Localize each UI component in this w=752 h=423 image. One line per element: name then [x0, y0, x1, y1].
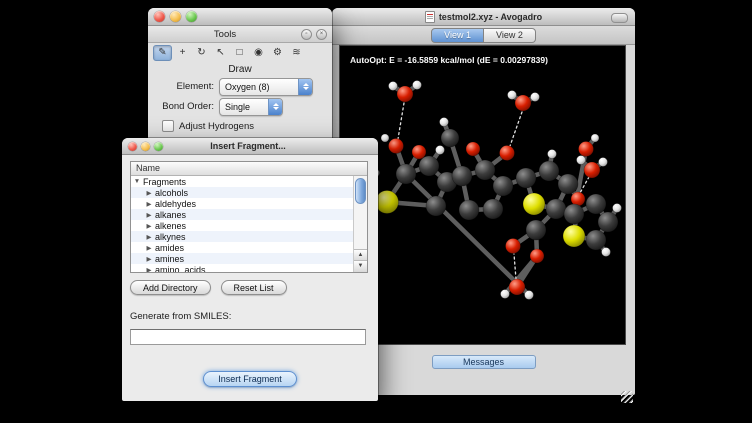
main-window-title: testmol2.xyz - Avogadro	[439, 12, 542, 22]
element-label: Element:	[156, 81, 219, 92]
list-item-label: amino_acids	[155, 265, 206, 273]
autoopt-status-text: AutoOpt: E = -16.5859 kcal/mol (dE = 0.0…	[350, 55, 548, 65]
disclosure-triangle-icon[interactable]: ▶	[143, 266, 155, 273]
minimize-light-button[interactable]	[141, 142, 150, 151]
list-item-label: aldehydes	[155, 199, 196, 209]
manipulate-tool-icon[interactable]: ↖	[212, 46, 229, 60]
close-light-button[interactable]	[154, 11, 165, 22]
tools-dock-title: Tools	[153, 29, 297, 40]
dropdown-arrows-icon	[268, 99, 282, 115]
insert-fragment-button[interactable]: Insert Fragment	[203, 371, 297, 387]
list-item[interactable]: ▶amides	[131, 242, 354, 253]
measure-tool-icon[interactable]: ≋	[288, 46, 305, 60]
list-item[interactable]: ▶alkynes	[131, 231, 354, 242]
selection-tool-icon[interactable]: □	[231, 46, 248, 60]
minimize-light-button[interactable]	[170, 11, 181, 22]
vertical-scrollbar[interactable]: ▲ ▼	[353, 176, 367, 272]
disclosure-triangle-icon[interactable]: ▶	[143, 200, 155, 208]
fragment-buttons-row: Add Directory Reset List	[130, 280, 370, 295]
list-item[interactable]: ▶amino_acids	[131, 264, 354, 272]
scrollbar-thumb[interactable]	[355, 178, 366, 204]
tools-window-titlebar[interactable]	[148, 8, 332, 26]
bond-order-label: Bond Order:	[156, 101, 219, 112]
element-row: Element: Oxygen (8)	[156, 78, 324, 95]
view-tabstrip: View 1 View 2	[332, 26, 635, 45]
disclosure-triangle-icon[interactable]: ▶	[143, 255, 155, 263]
reset-list-button[interactable]: Reset List	[221, 280, 287, 295]
bond-order-dropdown-value: Single	[220, 102, 268, 112]
zoom-light-button[interactable]	[154, 142, 163, 151]
adjust-hydrogens-checkbox[interactable]	[162, 120, 174, 132]
add-directory-button[interactable]: Add Directory	[130, 280, 211, 295]
smiles-input[interactable]	[130, 329, 366, 345]
list-item-label: alkenes	[155, 221, 186, 231]
disclosure-triangle-icon[interactable]: ▼	[131, 178, 143, 185]
list-item-label: alcohols	[155, 188, 188, 198]
bond-order-dropdown[interactable]: Single	[219, 98, 283, 116]
auto-optimize-tool-icon[interactable]: ⚙	[269, 46, 286, 60]
fragment-list: Name ▼Fragments▶alcohols▶aldehydes▶alkan…	[130, 161, 368, 273]
messages-button[interactable]: Messages	[432, 355, 536, 369]
list-item[interactable]: ▶alkanes	[131, 209, 354, 220]
fragment-window-titlebar[interactable]: Insert Fragment...	[122, 138, 378, 155]
fragment-list-body: ▼Fragments▶alcohols▶aldehydes▶alkanes▶al…	[131, 176, 354, 272]
list-item-label: alkanes	[155, 210, 186, 220]
insert-button-row: Insert Fragment	[130, 371, 370, 387]
close-light-button[interactable]	[128, 142, 137, 151]
scroll-down-icon[interactable]: ▼	[354, 260, 367, 272]
auto-rotate-tool-icon[interactable]: ◉	[250, 46, 267, 60]
element-dropdown-value: Oxygen (8)	[220, 82, 298, 92]
disclosure-triangle-icon[interactable]: ▶	[143, 233, 155, 241]
list-column-header-name[interactable]: Name	[131, 162, 367, 176]
list-item[interactable]: ▼Fragments	[131, 176, 354, 187]
adjust-hydrogens-row: Adjust Hydrogens	[162, 120, 332, 132]
bond-order-row: Bond Order: Single	[156, 98, 324, 115]
resize-grip[interactable]	[621, 391, 633, 403]
list-item[interactable]: ▶aldehydes	[131, 198, 354, 209]
list-item[interactable]: ▶amines	[131, 253, 354, 264]
list-item-label: Fragments	[143, 177, 186, 187]
disclosure-triangle-icon[interactable]: ▶	[143, 211, 155, 219]
fragment-window-title: Insert Fragment...	[167, 141, 329, 151]
draw-tool-icon[interactable]: ✎	[153, 45, 172, 61]
tools-toolbar: ✎ + ↻ ↖ □ ◉ ⚙ ≋	[148, 43, 332, 62]
smiles-label: Generate from SMILES:	[130, 311, 370, 322]
list-item-label: amides	[155, 243, 184, 253]
disclosure-triangle-icon[interactable]: ▶	[143, 189, 155, 197]
tab-view-1[interactable]: View 1	[431, 28, 484, 43]
list-item[interactable]: ▶alcohols	[131, 187, 354, 198]
disclosure-triangle-icon[interactable]: ▶	[143, 244, 155, 252]
list-item-label: alkynes	[155, 232, 186, 242]
main-window-titlebar[interactable]: testmol2.xyz - Avogadro	[332, 8, 635, 26]
navigate-tool-icon[interactable]: +	[174, 46, 191, 60]
float-panel-icon[interactable]: ▫	[301, 29, 312, 40]
adjust-hydrogens-label: Adjust Hydrogens	[179, 121, 254, 132]
zoom-light-button[interactable]	[186, 11, 197, 22]
tab-view-2[interactable]: View 2	[484, 28, 536, 43]
disclosure-triangle-icon[interactable]: ▶	[143, 222, 155, 230]
list-item[interactable]: ▶alkenes	[131, 220, 354, 231]
bond-centric-tool-icon[interactable]: ↻	[193, 46, 210, 60]
document-icon	[425, 11, 435, 23]
tools-window: Tools ▫ × ✎ + ↻ ↖ □ ◉ ⚙ ≋ Draw Element: …	[148, 8, 332, 140]
tools-dock-header[interactable]: Tools ▫ ×	[148, 26, 332, 43]
dropdown-arrows-icon	[298, 79, 312, 95]
molecule-3d-render	[340, 46, 626, 345]
desktop: testmol2.xyz - Avogadro View 1 View 2 Au…	[0, 0, 752, 423]
list-item-label: amines	[155, 254, 184, 264]
insert-fragment-window: Insert Fragment... Name ▼Fragments▶alcoh…	[122, 138, 378, 401]
tool-section-title: Draw	[148, 64, 332, 75]
close-panel-icon[interactable]: ×	[316, 29, 327, 40]
element-dropdown[interactable]: Oxygen (8)	[219, 78, 313, 96]
molecule-viewport[interactable]: AutoOpt: E = -16.5859 kcal/mol (dE = 0.0…	[339, 45, 626, 345]
toolbar-toggle-button[interactable]	[611, 13, 628, 23]
fragment-window-body: Name ▼Fragments▶alcohols▶aldehydes▶alkan…	[122, 155, 378, 387]
